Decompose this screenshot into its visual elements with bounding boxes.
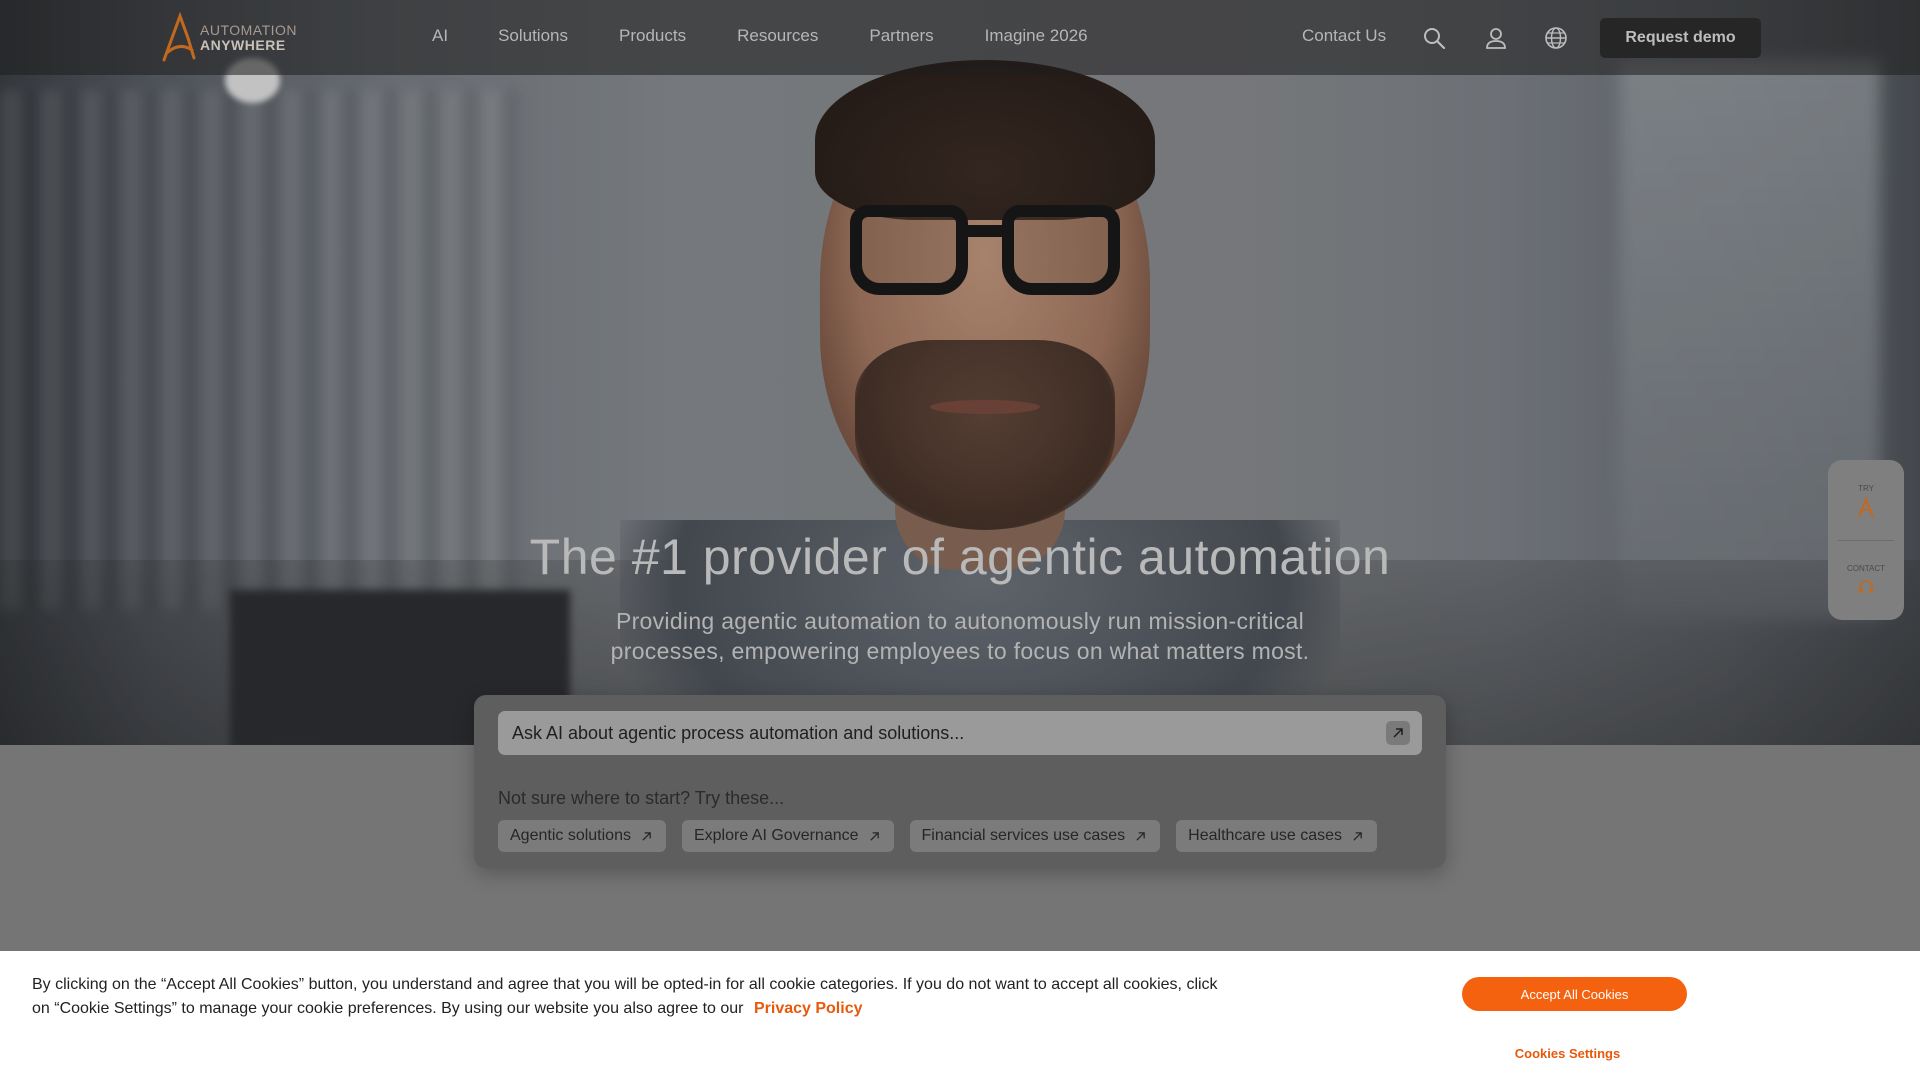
chip-label: Agentic solutions — [510, 827, 631, 844]
ask-ai-placeholder: Ask AI about agentic process automation … — [512, 722, 965, 743]
ask-ai-card: Ask AI about agentic process automation … — [474, 695, 1446, 868]
brand-line-2: ANYWHERE — [200, 37, 286, 53]
chip-label: Explore AI Governance — [693, 827, 859, 844]
arrow-up-right-icon — [1353, 831, 1362, 841]
chip-label: Healthcare use cases — [1188, 827, 1343, 844]
search-icon[interactable] — [1422, 26, 1446, 50]
arrow-up-right-icon — [869, 831, 879, 841]
chip-label: Financial services use cases — [921, 827, 1126, 844]
nav-link-resources[interactable]: Resources — [737, 26, 818, 46]
nav-link-products[interactable]: Products — [619, 26, 686, 46]
chip-healthcare[interactable]: Healthcare use cases — [1176, 820, 1378, 852]
cookie-message: By clicking on the “Accept All Cookies” … — [32, 973, 1232, 1021]
chip-explore-ai-governance[interactable]: Explore AI Governance — [681, 820, 894, 852]
arrow-up-right-icon — [1393, 728, 1403, 738]
brand-logo[interactable]: AUTOMATION ANYWHERE — [158, 12, 298, 64]
privacy-policy-link[interactable]: Privacy Policy — [754, 1000, 863, 1017]
brand-line-1: AUTOMATION — [200, 22, 298, 38]
arrow-up-right-icon — [1136, 831, 1145, 841]
top-navbar: AUTOMATION ANYWHERE AI Solutions Product… — [0, 0, 1920, 75]
cookie-message-text: By clicking on the “Accept All Cookies” … — [32, 976, 1218, 1017]
accept-all-cookies-button[interactable]: Accept All Cookies — [1462, 977, 1687, 1011]
nav-link-solutions[interactable]: Solutions — [498, 26, 568, 46]
brand-logo-mark-icon — [162, 12, 196, 62]
chip-agentic-solutions[interactable]: Agentic solutions — [498, 820, 666, 852]
contact-us-link[interactable]: Contact Us — [1302, 26, 1386, 46]
nav-link-imagine[interactable]: Imagine 2026 — [985, 26, 1088, 46]
floating-side-widget: TRY CONTACT — [1828, 460, 1904, 620]
main-nav: AI Solutions Products Resources Partners… — [432, 26, 1139, 46]
request-demo-button[interactable]: Request demo — [1600, 18, 1761, 58]
nav-link-ai[interactable]: AI — [432, 26, 448, 46]
try-label[interactable]: TRY — [1828, 484, 1904, 493]
globe-icon[interactable] — [1544, 26, 1568, 50]
chip-financial-services[interactable]: Financial services use cases — [909, 820, 1161, 852]
arrow-up-right-icon — [642, 831, 651, 841]
cookie-banner: By clicking on the “Accept All Cookies” … — [0, 951, 1920, 1080]
widget-divider — [1838, 540, 1894, 541]
suggestion-chips: Agentic solutions Explore AI Governance … — [498, 820, 1393, 852]
hero-headline: The #1 provider of agentic automation — [529, 529, 1391, 585]
ask-ai-input[interactable]: Ask AI about agentic process automation … — [498, 711, 1422, 755]
headset-icon[interactable] — [1857, 578, 1875, 596]
ask-ai-submit-button[interactable] — [1386, 721, 1410, 745]
brand-wordmark: AUTOMATION ANYWHERE — [200, 23, 297, 53]
hero-subheadline: Providing agentic automation to autonomo… — [610, 608, 1310, 664]
nav-link-partners[interactable]: Partners — [869, 26, 933, 46]
user-icon[interactable] — [1484, 26, 1508, 50]
cookies-settings-button[interactable]: Cookies Settings — [1462, 1046, 1673, 1061]
brand-a-icon[interactable] — [1854, 496, 1878, 520]
try-these-label: Not sure where to start? Try these... — [498, 788, 785, 808]
contact-label[interactable]: CONTACT — [1828, 564, 1904, 573]
